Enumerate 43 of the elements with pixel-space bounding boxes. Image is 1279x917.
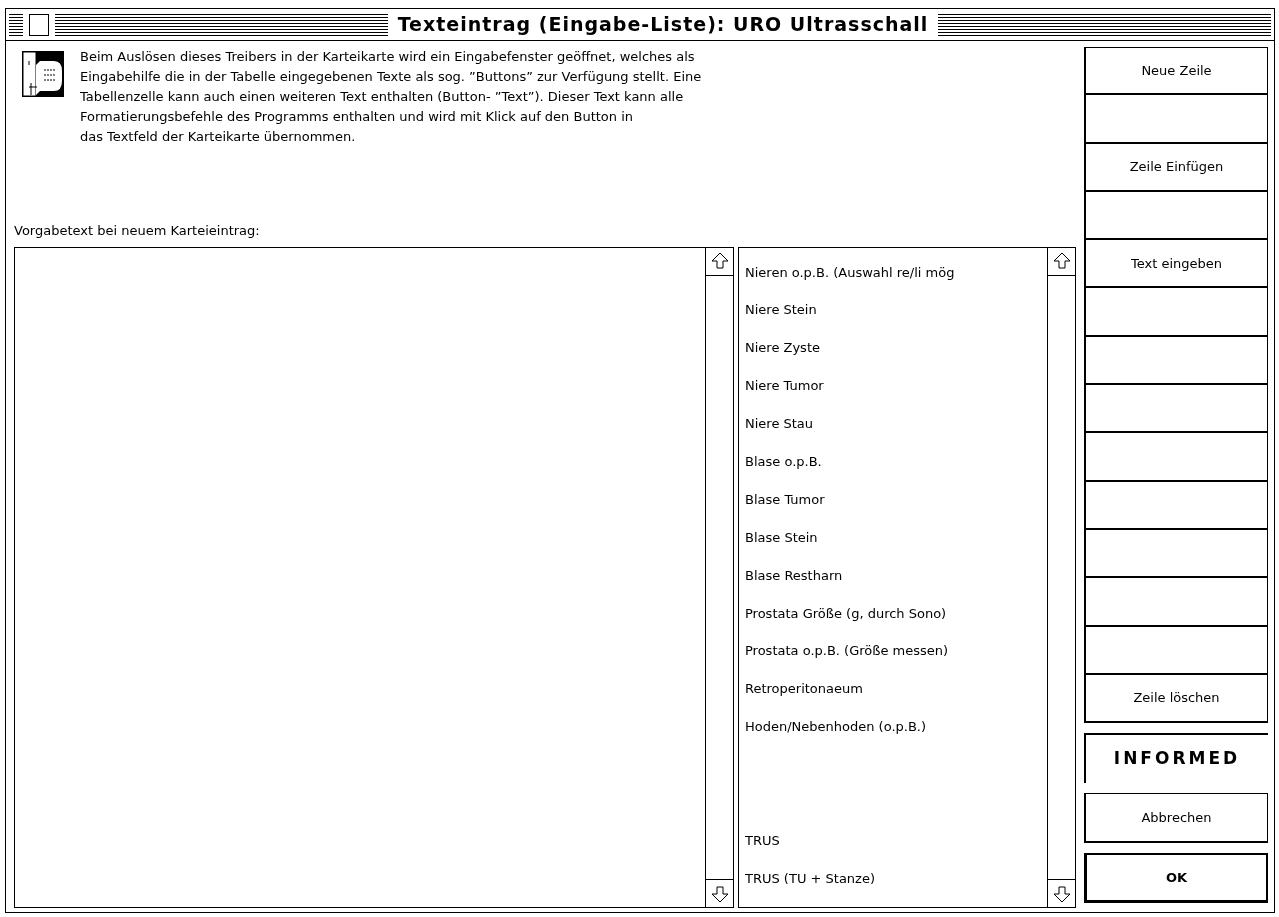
down-arrow-icon[interactable] [1052,884,1071,903]
scrollbar[interactable] [1047,247,1075,907]
window-title: Texteintrag (Eingabe-Liste): URO Ultrasschall [396,12,930,38]
blank-button[interactable] [1084,626,1268,675]
up-arrow-icon[interactable] [1052,252,1071,270]
blank-button[interactable] [1084,336,1268,386]
blank-button[interactable] [1084,288,1268,337]
list-item[interactable]: Blase Restharn [739,556,1047,595]
list-item[interactable]: TRUS [739,821,1047,860]
table-button[interactable]: Zeile löschen [1084,674,1268,724]
list-item[interactable]: Nieren o.p.B. (Auswahl re/li mög [739,253,1047,292]
blank-button[interactable] [1084,578,1268,627]
field-label: Vorgabetext bei neuem Karteieintrag: [14,222,261,240]
up-arrow-icon[interactable] [710,252,729,270]
blank-button[interactable] [1084,191,1268,241]
blank-button[interactable] [1084,433,1268,482]
title-bar-stripes [9,13,23,36]
list-item[interactable]: Niere Zyste [739,329,1047,368]
scrollbar[interactable] [705,247,733,907]
list-item[interactable]: Niere Stau [739,405,1047,443]
list-item[interactable]: Niere Tumor [739,367,1047,406]
list-item[interactable]: Niere Stein [739,291,1047,330]
description-text: Beim Auslösen dieses Treibers in der Karteikarte wird ein Eingabefenster geöffnet, welches als Eingabehilfe die in der Tabelle eingegebenen Texte als sog. ”Buttons” zur Verfügung stellt. Eine Tabellenzelle kann auch einen weiteren Text enthalten (Button- ”Text”). Dieser Text kann alle Formatierungsbefehle des Programms enthalten und wird mit Klick auf den Button in das Textfeld der Karteikarte übernommen. [80,48,702,146]
blank-button[interactable] [1084,385,1268,434]
dialog-button[interactable]: Abbrechen [1084,793,1268,844]
blank-button[interactable] [1084,481,1268,530]
list-item[interactable]: Blase Stein [739,518,1047,557]
down-arrow-icon[interactable] [710,884,729,903]
list-item[interactable]: Blase o.p.B. [739,442,1047,481]
list-item[interactable]: Prostata Größe (g, durch Sono) [739,594,1047,633]
table-button[interactable]: Text eingeben [1084,240,1268,289]
dialog-button[interactable]: OK [1084,853,1268,904]
table-button[interactable]: Zeile Einfügen [1084,143,1268,192]
document-icon [22,51,64,97]
list-item[interactable]: Retroperitonaeum [739,670,1047,709]
list-item[interactable]: Blase Tumor [739,480,1047,519]
list-item[interactable]: TRUS (TU + Stanze) [739,859,1047,898]
logo-text: INFORMED [1084,733,1268,784]
list-item[interactable]: Hoden/Nebenhoden (o.p.B.) [739,708,1047,747]
list-item[interactable]: Prostata o.p.B. (Größe messen) [739,632,1047,671]
table-button[interactable]: Neue Zeile [1084,47,1268,96]
blank-button[interactable] [1084,95,1268,144]
blank-button[interactable] [1084,529,1268,579]
